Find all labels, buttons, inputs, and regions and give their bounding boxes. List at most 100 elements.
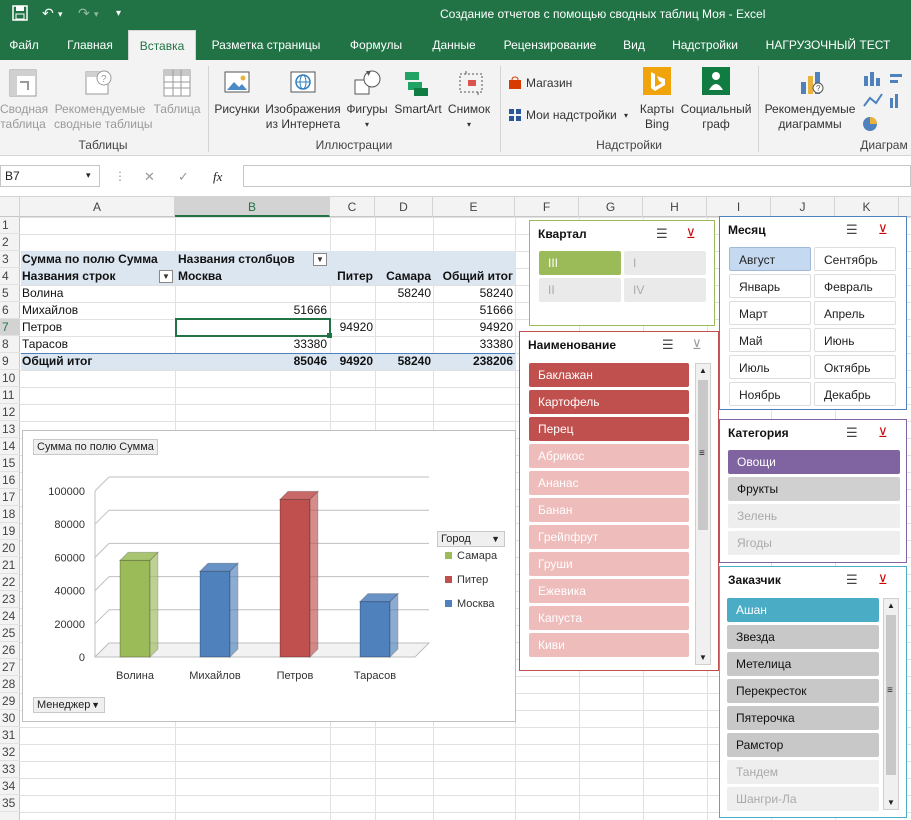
row-header[interactable]: 16 bbox=[0, 472, 20, 489]
pivot-grand-total-label[interactable]: Общий итог bbox=[22, 353, 92, 370]
slicer-item[interactable]: Август bbox=[729, 247, 811, 271]
row-header[interactable]: 33 bbox=[0, 761, 20, 778]
pivot-value[interactable]: 58240 bbox=[433, 285, 513, 302]
tab-insert[interactable]: Вставка bbox=[128, 30, 196, 60]
pivot-value[interactable]: 94920 bbox=[330, 319, 373, 336]
my-addins-dropdown-icon[interactable]: ▾ bbox=[624, 108, 628, 123]
pivot-value[interactable]: 33380 bbox=[433, 336, 513, 353]
row-header[interactable]: 30 bbox=[0, 710, 20, 727]
pivot-col-header-moscow[interactable]: Москва bbox=[178, 268, 222, 285]
recommended-pivot-button[interactable]: Рекомендуемые сводные таблицы bbox=[54, 102, 152, 132]
row-header[interactable]: 8 bbox=[0, 336, 20, 353]
axis-filter-dropdown-icon[interactable]: ▼ bbox=[91, 698, 100, 713]
row-header[interactable]: 5 bbox=[0, 285, 20, 302]
pivot-table-button[interactable]: Сводная таблица bbox=[0, 102, 48, 132]
pivot-row-label[interactable]: Тарасов bbox=[22, 336, 68, 353]
pivot-row-labels[interactable]: Названия строк bbox=[22, 268, 116, 285]
slicer-item[interactable]: Груши bbox=[529, 552, 689, 576]
row-header[interactable]: 15 bbox=[0, 455, 20, 472]
slicer-item[interactable]: Тандем bbox=[727, 760, 879, 784]
slicer-item[interactable]: Звезда bbox=[727, 625, 879, 649]
slicer-item[interactable]: Январь bbox=[729, 274, 811, 298]
axis-field-button[interactable]: Менеджер ▼ bbox=[33, 697, 105, 713]
slicer-item[interactable]: Капуста bbox=[529, 606, 689, 630]
slicer-item[interactable]: Июнь bbox=[814, 328, 896, 352]
slicer-item[interactable]: II bbox=[539, 278, 621, 302]
slicer-item[interactable]: Май bbox=[729, 328, 811, 352]
pivot-col-header-samara[interactable]: Самара bbox=[375, 268, 431, 285]
column-header[interactable]: I bbox=[707, 197, 771, 217]
slicer-item[interactable]: Ежевика bbox=[529, 579, 689, 603]
tab-page-layout[interactable]: Разметка страницы bbox=[204, 30, 328, 60]
multi-select-icon[interactable]: ☰ bbox=[846, 222, 858, 238]
row-header[interactable]: 32 bbox=[0, 744, 20, 761]
slicer-item[interactable]: Шангри-Ла bbox=[727, 787, 879, 811]
redo-icon[interactable]: ↷ bbox=[78, 5, 90, 22]
screenshot-button[interactable]: Снимок ▾ bbox=[446, 102, 492, 132]
clear-filter-icon[interactable]: ⊻ bbox=[878, 222, 888, 238]
row-header[interactable]: 6 bbox=[0, 302, 20, 319]
column-header[interactable]: E bbox=[433, 197, 515, 217]
scroll-up-icon[interactable]: ▲ bbox=[887, 601, 895, 610]
tab-review[interactable]: Рецензирование bbox=[496, 30, 604, 60]
row-header[interactable]: 20 bbox=[0, 540, 20, 557]
row-header[interactable]: 23 bbox=[0, 591, 20, 608]
redo-dropdown-icon[interactable]: ▾ bbox=[94, 9, 99, 20]
column-header[interactable]: H bbox=[643, 197, 707, 217]
pivot-values-label[interactable]: Сумма по полю Сумма bbox=[22, 251, 158, 268]
slicer-item[interactable]: Ашан bbox=[727, 598, 879, 622]
slicer-item[interactable]: Банан bbox=[529, 498, 689, 522]
row-header[interactable]: 14 bbox=[0, 438, 20, 455]
tab-view[interactable]: Вид bbox=[612, 30, 656, 60]
slicer-item[interactable]: Апрель bbox=[814, 301, 896, 325]
column-filter-dropdown-icon[interactable]: ▼ bbox=[313, 253, 327, 266]
name-box-dropdown-icon[interactable]: ▾ bbox=[86, 170, 91, 181]
row-header[interactable]: 12 bbox=[0, 404, 20, 421]
column-header[interactable]: J bbox=[771, 197, 835, 217]
legend-field-button[interactable]: Город ▼ bbox=[437, 531, 505, 547]
pivot-row-label[interactable]: Петров bbox=[22, 319, 62, 336]
smartart-button[interactable]: SmartArt bbox=[392, 102, 444, 117]
slicer-item[interactable]: Киви bbox=[529, 633, 689, 657]
slicer-item[interactable]: Сентябрь bbox=[814, 247, 896, 271]
column-header[interactable]: B bbox=[175, 197, 330, 217]
row-header[interactable]: 21 bbox=[0, 557, 20, 574]
row-header[interactable]: 13 bbox=[0, 421, 20, 438]
clear-filter-icon[interactable]: ⊻ bbox=[692, 337, 702, 353]
pivot-col-header-piter[interactable]: Питер bbox=[330, 268, 373, 285]
slicer-item[interactable]: Зелень bbox=[728, 504, 900, 528]
save-icon[interactable] bbox=[12, 5, 28, 24]
scroll-up-icon[interactable]: ▲ bbox=[699, 366, 707, 375]
pictures-button[interactable]: Рисунки bbox=[212, 102, 262, 117]
row-header[interactable]: 18 bbox=[0, 506, 20, 523]
slicer-item[interactable]: Ягоды bbox=[728, 531, 900, 555]
row-header[interactable]: 31 bbox=[0, 727, 20, 744]
column-header[interactable]: G bbox=[579, 197, 643, 217]
store-button[interactable]: Магазин bbox=[526, 76, 572, 91]
legend-filter-dropdown-icon[interactable]: ▼ bbox=[491, 532, 500, 547]
slicer-item[interactable]: Абрикос bbox=[529, 444, 689, 468]
pivot-row-label[interactable]: Волина bbox=[22, 285, 63, 302]
slicer-scrollbar[interactable]: ▲ ≡ ▼ bbox=[883, 598, 899, 810]
tab-addins[interactable]: Надстройки bbox=[664, 30, 746, 60]
formula-bar-menu-icon[interactable]: ⋮ bbox=[114, 169, 126, 183]
online-pictures-button[interactable]: Изображения из Интернета bbox=[264, 102, 342, 132]
people-graph-button[interactable]: Социальный граф bbox=[680, 102, 752, 132]
tab-load-test[interactable]: НАГРУЗОЧНЫЙ ТЕСТ bbox=[756, 30, 900, 60]
insert-function-icon[interactable]: fx bbox=[213, 169, 222, 185]
row-header[interactable]: 34 bbox=[0, 778, 20, 795]
undo-icon[interactable]: ↶ bbox=[42, 5, 54, 22]
scroll-down-icon[interactable]: ▼ bbox=[699, 653, 707, 662]
pivot-grand-value[interactable]: 238206 bbox=[433, 353, 513, 370]
slicer-item[interactable]: Перец bbox=[529, 417, 689, 441]
slicer-item[interactable]: Октябрь bbox=[814, 355, 896, 379]
shapes-button[interactable]: Фигуры ▾ bbox=[344, 102, 390, 132]
row-header[interactable]: 1 bbox=[0, 217, 20, 234]
pivot-grand-value[interactable]: 85046 bbox=[175, 353, 327, 370]
pivot-value[interactable]: 94920 bbox=[433, 319, 513, 336]
pivot-value[interactable]: 33380 bbox=[175, 336, 327, 353]
row-header[interactable]: 24 bbox=[0, 608, 20, 625]
row-header[interactable]: 25 bbox=[0, 625, 20, 642]
column-header[interactable]: F bbox=[515, 197, 579, 217]
clear-filter-icon[interactable]: ⊻ bbox=[878, 572, 888, 588]
